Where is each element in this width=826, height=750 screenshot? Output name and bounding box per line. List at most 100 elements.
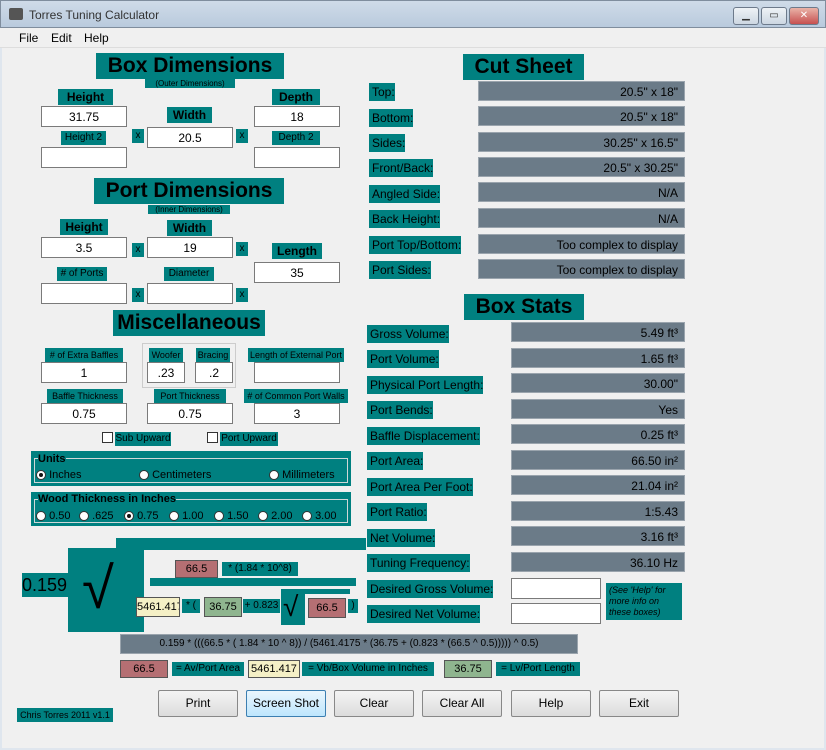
- formula-coef: 0.159: [22, 573, 70, 597]
- port-length-input[interactable]: 35: [254, 262, 340, 283]
- stat-value-areaperfoot: 21.04 in²: [511, 475, 685, 495]
- cut-label-backheight: Back Height:: [369, 210, 441, 228]
- wood-option-1[interactable]: .625: [79, 510, 113, 522]
- units-mm-radio[interactable]: [269, 470, 279, 481]
- stat-value-gross: 5.49 ft³: [511, 322, 685, 342]
- port-diameter-input[interactable]: [147, 283, 233, 304]
- box-dimensions-title: Box Dimensions: [96, 53, 284, 79]
- legend-vb-value: 5461.417: [248, 660, 300, 678]
- units-inches-option[interactable]: Inches: [36, 469, 81, 481]
- units-cm-option[interactable]: Centimeters: [139, 469, 211, 481]
- wood-radio-2[interactable]: [124, 511, 134, 522]
- wood-radio-0[interactable]: [36, 511, 46, 522]
- wood-option-0[interactable]: 0.50: [36, 510, 70, 522]
- wood-label-3: 1.00: [182, 510, 204, 522]
- sqrt-tick: [116, 538, 120, 568]
- bracing-input[interactable]: .2: [195, 362, 233, 383]
- wood-radio-4[interactable]: [214, 511, 224, 522]
- box-height-label: Height: [58, 89, 113, 105]
- stat-value-ratio: 1:5.43: [511, 501, 685, 521]
- minimize-button[interactable]: ▁: [733, 7, 759, 25]
- sub-upward-label: Sub Upward: [115, 432, 171, 446]
- external-port-label: Length of External Port: [248, 348, 344, 362]
- baffle-thickness-input[interactable]: 0.75: [41, 403, 127, 424]
- cut-value-top: 20.5" x 18": [478, 81, 685, 101]
- maximize-button[interactable]: ▭: [761, 7, 787, 25]
- box-depth-input[interactable]: 18: [254, 106, 340, 127]
- sqrt-icon: √: [82, 556, 114, 621]
- common-walls-input[interactable]: 3: [254, 403, 340, 424]
- cut-label-bottom: Bottom:: [369, 109, 414, 127]
- port-thickness-input[interactable]: 0.75: [147, 403, 233, 424]
- port-x-2: x: [236, 242, 248, 256]
- wood-option-3[interactable]: 1.00: [169, 510, 203, 522]
- wood-radio-1[interactable]: [79, 511, 89, 522]
- formula-vb: 5461.417: [136, 597, 180, 617]
- port-x-1: x: [132, 243, 144, 257]
- menu-file[interactable]: File: [19, 31, 38, 45]
- menu-edit[interactable]: Edit: [51, 31, 72, 45]
- cut-value-sides: 30.25" x 16.5": [478, 132, 685, 152]
- legend-lv-value: 36.75: [444, 660, 492, 678]
- cut-value-porttop: Too complex to display: [478, 234, 685, 254]
- port-count-input[interactable]: [41, 283, 127, 304]
- stat-label-baffle: Baffle Displacement:: [367, 427, 480, 445]
- box-width-input[interactable]: 20.5: [147, 127, 233, 148]
- formula-exp: * (1.84 * 10^8): [222, 562, 298, 576]
- wood-radio-5[interactable]: [258, 511, 268, 522]
- desired-net-input[interactable]: [511, 603, 601, 624]
- extra-baffles-input[interactable]: 1: [41, 362, 127, 383]
- stat-label-gross: Gross Volume:: [367, 325, 449, 343]
- box-height2-input[interactable]: [41, 147, 127, 168]
- stat-value-bends: Yes: [511, 399, 685, 419]
- port-dimensions-title: Port Dimensions: [94, 178, 284, 204]
- units-mm-option[interactable]: Millimeters: [269, 469, 335, 481]
- wood-option-5[interactable]: 2.00: [258, 510, 292, 522]
- wood-radio-3[interactable]: [169, 511, 179, 522]
- stat-label-physlen: Physical Port Length:: [367, 376, 484, 394]
- misc-title: Miscellaneous: [113, 310, 265, 336]
- menu-help[interactable]: Help: [84, 31, 109, 45]
- box-depth2-input[interactable]: [254, 147, 340, 168]
- box-depth2-label: Depth 2: [272, 131, 320, 145]
- wood-label: Wood Thickness in Inches: [38, 493, 176, 505]
- port-width-input[interactable]: 19: [147, 237, 233, 258]
- cut-value-portsides: Too complex to display: [478, 259, 685, 279]
- wood-option-4[interactable]: 1.50: [214, 510, 248, 522]
- port-height-input[interactable]: 3.5: [41, 237, 127, 258]
- formula-mult: + 0.823: [243, 599, 280, 613]
- help-button[interactable]: Help: [511, 690, 591, 717]
- clear-button[interactable]: Clear: [334, 690, 414, 717]
- legend-area-label: = Av/Port Area: [172, 662, 244, 676]
- wood-option-6[interactable]: 3.00: [302, 510, 336, 522]
- sub-upward-checkbox[interactable]: [102, 432, 113, 443]
- screenshot-button[interactable]: Screen Shot: [246, 690, 326, 717]
- port-height-label: Height: [60, 219, 108, 235]
- wood-label-4: 1.50: [227, 510, 249, 522]
- cut-sheet-title: Cut Sheet: [463, 54, 584, 80]
- exit-button[interactable]: Exit: [599, 690, 679, 717]
- wood-radio-6[interactable]: [302, 511, 312, 522]
- box-height-input[interactable]: 31.75: [41, 106, 127, 127]
- stat-value-net: 3.16 ft³: [511, 526, 685, 546]
- port-upward-checkbox[interactable]: [207, 432, 218, 443]
- port-x-3: x: [132, 288, 144, 302]
- title-bar: Torres Tuning Calculator ▁ ▭ ✕: [0, 0, 826, 28]
- bracing-label: Bracing: [196, 348, 230, 362]
- desired-gross-input[interactable]: [511, 578, 601, 599]
- woofer-input[interactable]: .23: [147, 362, 185, 383]
- print-button[interactable]: Print: [158, 690, 238, 717]
- close-button[interactable]: ✕: [789, 7, 819, 25]
- cut-label-sides: Sides:: [369, 134, 406, 152]
- clear-all-button[interactable]: Clear All: [422, 690, 502, 717]
- units-label: Units: [38, 453, 66, 465]
- units-cm-radio[interactable]: [139, 470, 149, 481]
- stat-value-tuning: 36.10 Hz: [511, 552, 685, 572]
- box-stats-title: Box Stats: [464, 294, 584, 320]
- external-port-input[interactable]: [254, 362, 340, 383]
- wood-option-2[interactable]: 0.75: [124, 510, 158, 522]
- box-subtitle: (Outer Dimensions): [145, 79, 235, 88]
- units-inches-radio[interactable]: [36, 470, 46, 481]
- cut-label-top: Top:: [369, 83, 395, 101]
- stat-value-portarea: 66.50 in²: [511, 450, 685, 470]
